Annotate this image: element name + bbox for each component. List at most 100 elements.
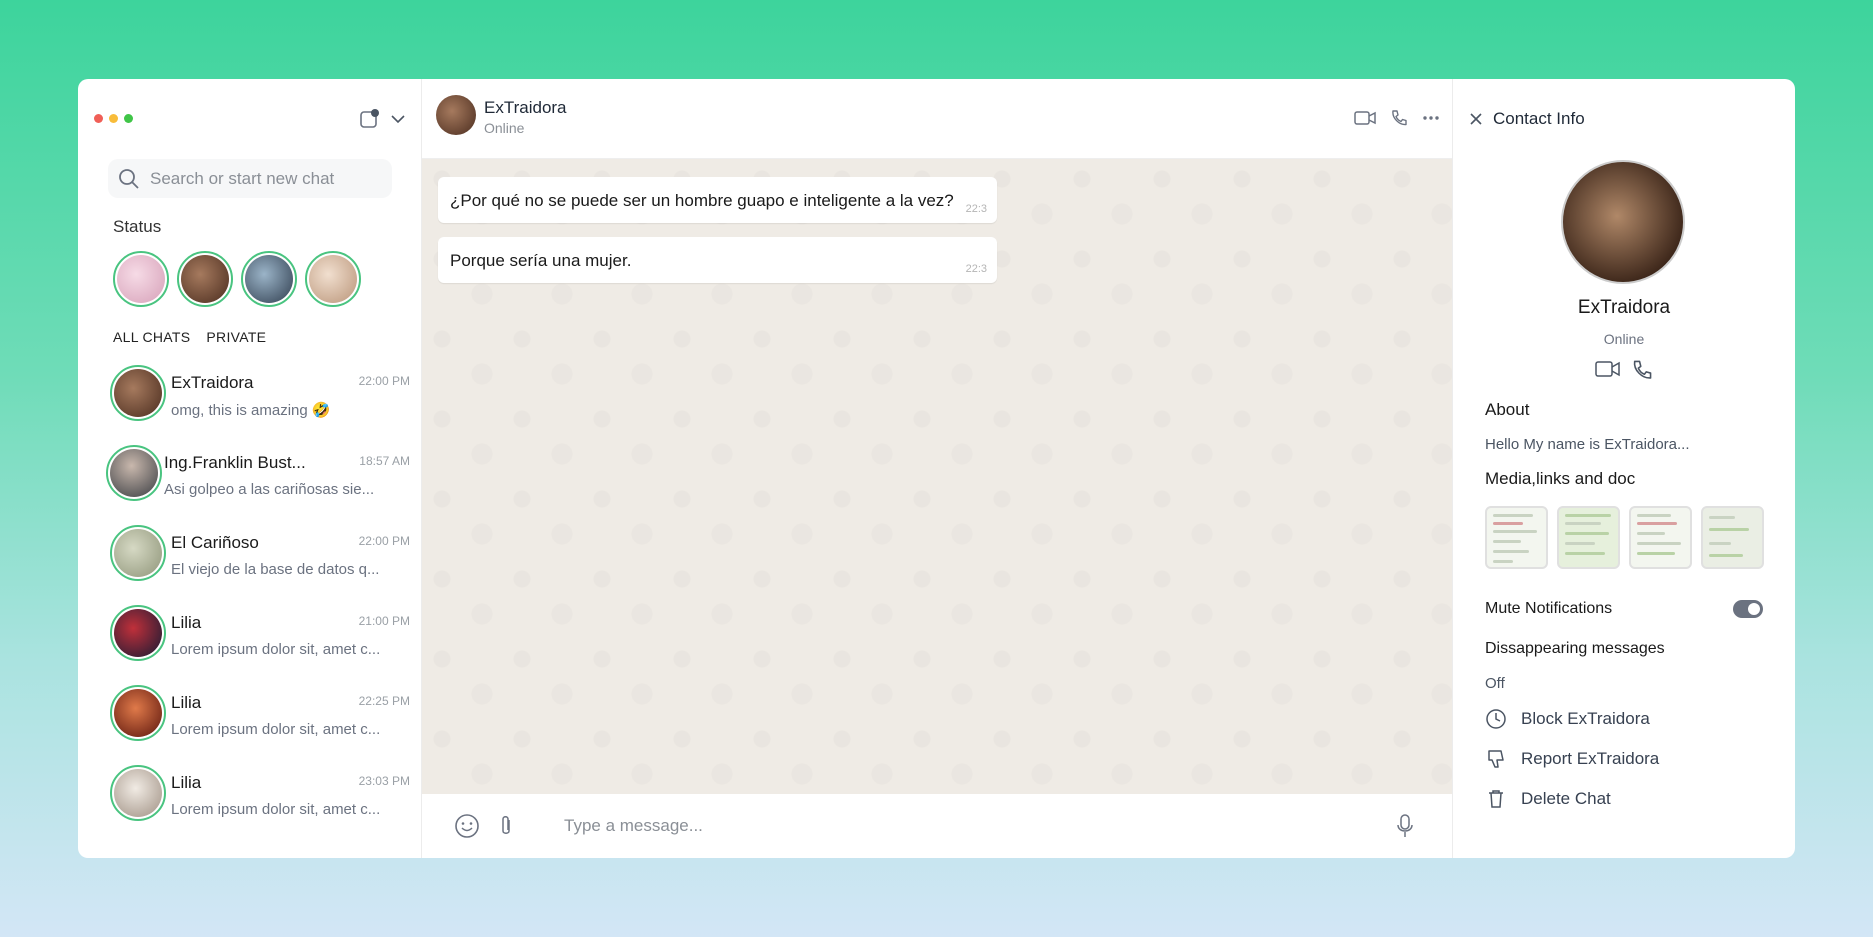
status-avatar[interactable] xyxy=(113,251,169,307)
chat-time: 22:00 PM xyxy=(358,374,410,388)
status-avatar[interactable] xyxy=(305,251,361,307)
chat-preview: Asi golpeo a las cariñosas sie... xyxy=(164,481,374,498)
microphone-icon[interactable] xyxy=(1396,813,1414,839)
disappearing-value: Off xyxy=(1485,675,1505,692)
thumbs-down-icon xyxy=(1485,748,1507,770)
new-chat-icon[interactable] xyxy=(359,108,381,130)
chat-time: 23:03 PM xyxy=(358,774,410,788)
chat-name: Lilia xyxy=(171,693,202,712)
chat-preview: Lorem ipsum dolor sit, amet c... xyxy=(171,641,381,658)
report-button[interactable]: Report ExTraidora xyxy=(1485,748,1659,770)
status-avatar[interactable] xyxy=(177,251,233,307)
conversation-pane: ExTraidora Online ¿Por qué no se puede s… xyxy=(422,79,1453,858)
avatar xyxy=(110,765,166,821)
chat-item[interactable]: Lilia Lorem ipsum dolor sit, amet c... 21… xyxy=(110,605,410,685)
close-icon[interactable] xyxy=(1469,112,1483,126)
contact-call-actions xyxy=(1453,359,1795,381)
avatar xyxy=(110,685,166,741)
chat-item[interactable]: Lilia Lorem ipsum dolor sit, amet c... 23… xyxy=(110,765,410,845)
block-button[interactable]: Block ExTraidora xyxy=(1485,708,1650,730)
block-label: Block ExTraidora xyxy=(1521,709,1650,728)
chat-preview: El viejo de la base de datos q... xyxy=(171,561,380,578)
maximize-window-button[interactable] xyxy=(124,114,133,123)
chat-item[interactable]: Lilia Lorem ipsum dolor sit, amet c... 22… xyxy=(110,685,410,765)
chat-name: Lilia xyxy=(171,773,202,792)
phone-icon[interactable] xyxy=(1390,109,1408,127)
contact-name: ExTraidora xyxy=(1577,297,1671,318)
media-thumbnail[interactable] xyxy=(1701,506,1764,569)
media-thumbnail[interactable] xyxy=(1629,506,1692,569)
conversation-name[interactable]: ExTraidora xyxy=(484,98,567,118)
video-call-icon[interactable] xyxy=(1595,359,1621,381)
message-text: ¿Por qué no se puede ser un hombre guapo… xyxy=(450,191,954,210)
chat-item[interactable]: El Cariñoso El viejo de la base de datos … xyxy=(110,525,410,605)
minimize-window-button[interactable] xyxy=(109,114,118,123)
message-bubble: ¿Por qué no se puede ser un hombre guapo… xyxy=(438,177,997,223)
contact-status: Online xyxy=(1603,331,1645,347)
message-area: ¿Por qué no se puede ser un hombre guapo… xyxy=(422,159,1452,794)
message-time: 22:3 xyxy=(965,263,987,275)
sidebar-actions xyxy=(359,108,407,130)
chat-time: 18:57 AM xyxy=(359,454,410,468)
media-grid xyxy=(1485,506,1764,569)
phone-icon[interactable] xyxy=(1631,359,1653,381)
status-heading: Status xyxy=(113,217,162,236)
conversation-header: ExTraidora Online xyxy=(422,79,1452,159)
avatar xyxy=(110,365,166,421)
chat-name: El Cariñoso xyxy=(171,533,259,552)
filter-all-chats[interactable]: ALL CHATS xyxy=(113,329,190,345)
mute-toggle[interactable] xyxy=(1733,600,1763,618)
conversation-actions xyxy=(1354,109,1440,127)
contact-info-panel: Contact Info ExTraidora Online About Hel… xyxy=(1453,79,1795,858)
clock-icon xyxy=(1485,708,1507,730)
disappearing-heading[interactable]: Dissappearing messages xyxy=(1485,640,1665,658)
chat-preview: Lorem ipsum dolor sit, amet c... xyxy=(171,721,381,738)
avatar[interactable] xyxy=(436,95,476,135)
chat-time: 21:00 PM xyxy=(358,614,410,628)
search-box xyxy=(108,159,392,198)
chat-list: ExTraidora omg, this is amazing 🤣 22:00 P… xyxy=(106,365,410,845)
about-text: Hello My name is ExTraidora... xyxy=(1485,436,1690,453)
media-heading[interactable]: Media,links and doc xyxy=(1485,469,1635,489)
conversation-status: Online xyxy=(484,120,525,136)
status-avatar[interactable] xyxy=(241,251,297,307)
report-label: Report ExTraidora xyxy=(1521,749,1660,768)
avatar xyxy=(106,445,162,501)
more-options-icon[interactable] xyxy=(1422,115,1440,121)
chat-item[interactable]: Ing.Franklin Bust... Asi golpeo a las car… xyxy=(106,445,410,525)
chat-name: Ing.Franklin Bust... xyxy=(164,453,306,472)
chat-preview: omg, this is amazing 🤣 xyxy=(171,402,331,419)
chat-time: 22:00 PM xyxy=(358,534,410,548)
media-thumbnail[interactable] xyxy=(1557,506,1620,569)
composer xyxy=(422,794,1452,858)
status-list xyxy=(113,251,361,307)
close-window-button[interactable] xyxy=(94,114,103,123)
window-controls xyxy=(94,114,133,123)
avatar xyxy=(110,605,166,661)
search-icon xyxy=(118,168,140,190)
message-bubble: Porque sería una mujer. 22:3 xyxy=(438,237,997,283)
message-text: Porque sería una mujer. xyxy=(450,251,632,270)
search-input[interactable] xyxy=(150,168,370,189)
about-heading: About xyxy=(1485,400,1530,419)
media-thumbnail[interactable] xyxy=(1485,506,1548,569)
filter-private[interactable]: PRIVATE xyxy=(206,329,266,345)
chat-name: ExTraidora xyxy=(171,373,254,392)
message-time: 22:3 xyxy=(965,203,987,215)
contact-info-title: Contact Info xyxy=(1493,109,1585,128)
delete-label: Delete Chat xyxy=(1521,789,1611,808)
attach-icon[interactable] xyxy=(498,814,514,838)
message-input[interactable] xyxy=(564,816,1164,836)
chevron-down-icon[interactable] xyxy=(389,110,407,128)
chat-item[interactable]: ExTraidora omg, this is amazing 🤣 22:00 P… xyxy=(110,365,410,445)
video-call-icon[interactable] xyxy=(1354,110,1376,126)
contact-avatar[interactable] xyxy=(1561,160,1685,284)
mute-label: Mute Notifications xyxy=(1485,600,1613,617)
chat-filters: ALL CHATS PRIVATE xyxy=(113,329,266,345)
chat-time: 22:25 PM xyxy=(358,694,410,708)
delete-chat-button[interactable]: Delete Chat xyxy=(1485,788,1611,810)
avatar xyxy=(110,525,166,581)
emoji-icon[interactable] xyxy=(454,813,480,839)
trash-icon xyxy=(1485,788,1507,810)
chat-preview: Lorem ipsum dolor sit, amet c... xyxy=(171,801,381,818)
